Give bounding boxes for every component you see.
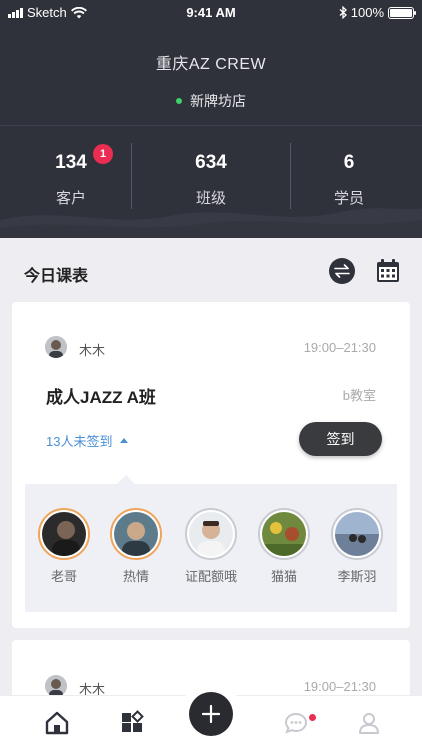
teacher-avatar — [45, 336, 67, 358]
store-branch-label: 新牌坊店 — [190, 93, 246, 109]
student-item[interactable]: 猫猫 — [255, 508, 313, 585]
message-icon[interactable] — [283, 710, 309, 736]
class-card[interactable]: 木木 19:00–21:30 成人JAZZ A班 b教室 13人未签到 签到 老… — [12, 302, 410, 628]
unsigned-count: 13人未签到 — [46, 434, 113, 449]
header-wave-decoration — [0, 208, 422, 238]
add-icon[interactable] — [189, 692, 233, 736]
student-item[interactable]: 证配额哦 — [182, 508, 240, 585]
student-avatar — [38, 508, 90, 560]
calendar-icon[interactable] — [375, 258, 401, 284]
schedule-header: 今日课表 — [0, 238, 422, 302]
student-list: 老哥 热情 证配额哦 猫猫 李斯羽 — [25, 475, 397, 612]
student-name: 热情 — [122, 569, 149, 584]
status-bar: Sketch 9:41 AM 100% — [0, 0, 422, 26]
student-avatar — [110, 508, 162, 560]
teacher-avatar — [45, 675, 67, 697]
online-status-dot — [176, 98, 182, 105]
user-icon[interactable] — [356, 710, 382, 736]
sign-in-button[interactable]: 签到 — [299, 422, 382, 456]
student-avatar — [331, 508, 383, 560]
student-name: 证配额哦 — [184, 569, 237, 584]
stat-classes-value: 634 — [195, 152, 227, 173]
store-header: Sketch 9:41 AM 100% 重庆AZ CREW 新牌坊店 134 1… — [0, 0, 422, 238]
student-item[interactable]: 李斯羽 — [328, 508, 386, 585]
apps-icon[interactable] — [119, 710, 145, 736]
customers-badge: 1 — [93, 144, 113, 164]
caret-up-icon — [120, 438, 129, 444]
stat-students-value: 6 — [343, 152, 355, 173]
student-name: 猫猫 — [270, 569, 297, 584]
schedule-title: 今日课表 — [24, 268, 89, 285]
bluetooth-icon — [339, 6, 347, 19]
student-item[interactable]: 热情 — [107, 508, 165, 585]
battery-icon — [388, 6, 416, 19]
unsigned-toggle[interactable]: 13人未签到 — [46, 431, 129, 450]
battery-percent: 100% — [350, 5, 384, 20]
student-item[interactable]: 老哥 — [35, 508, 93, 585]
swap-icon[interactable] — [329, 258, 355, 284]
class-time: 19:00–21:30 — [303, 340, 376, 355]
teacher-name: 木木 — [79, 343, 106, 358]
store-title: 重庆AZ CREW — [155, 56, 267, 73]
class-name: 成人JAZZ A班 — [46, 388, 156, 407]
classroom: b教室 — [342, 388, 376, 403]
student-avatar — [258, 508, 310, 560]
store-branch[interactable]: 新牌坊店 — [0, 91, 422, 111]
student-name: 李斯羽 — [337, 569, 377, 584]
message-badge — [309, 714, 316, 721]
stat-customers-value: 134 — [55, 152, 87, 173]
student-avatar — [185, 508, 237, 560]
class-time: 19:00–21:30 — [303, 679, 376, 694]
home-icon[interactable] — [44, 710, 70, 736]
student-name: 老哥 — [50, 569, 77, 584]
